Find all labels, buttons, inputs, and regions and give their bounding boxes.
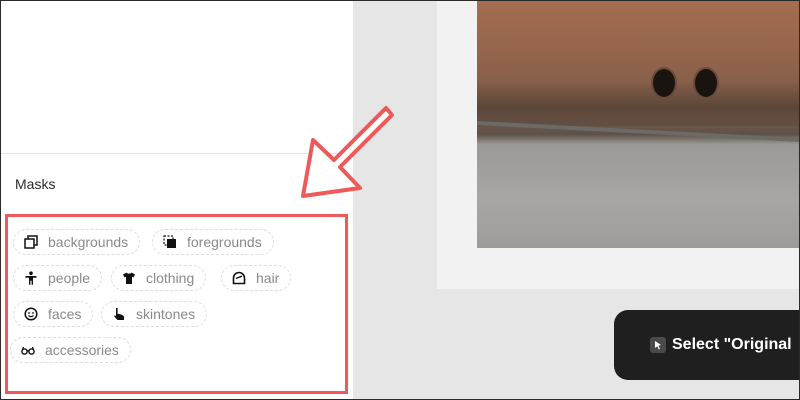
masks-heading: Masks [15, 176, 56, 192]
wall-shadow [477, 81, 799, 126]
annotation-arrow-icon [301, 106, 394, 198]
wall-hole-right [693, 67, 719, 99]
masks-highlight-box [5, 214, 348, 394]
toast-text: Select "Original [672, 336, 792, 353]
window-frame: Masks backgrounds foregrounds people clo… [0, 0, 800, 400]
cursor-icon [650, 337, 666, 353]
photo-preview[interactable] [477, 1, 799, 248]
wall-hole-left [651, 67, 677, 99]
select-original-toast[interactable]: Select "Original [614, 310, 799, 380]
